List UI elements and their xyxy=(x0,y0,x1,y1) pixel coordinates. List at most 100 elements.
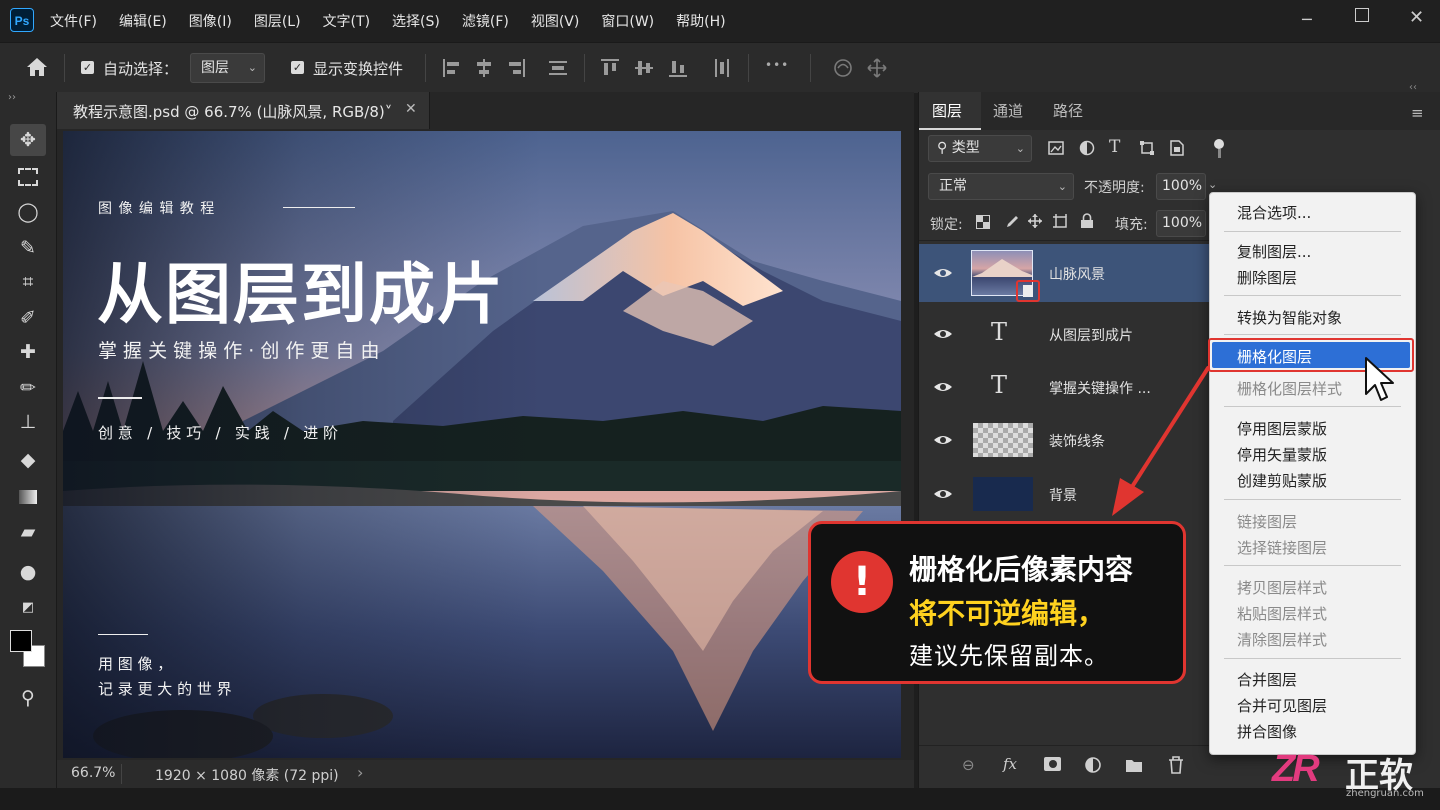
filter-smart-object-icon[interactable] xyxy=(1169,140,1185,156)
auto-select-dropdown[interactable]: 图层 ⌄ xyxy=(190,53,265,83)
minimize-icon[interactable]: ─ xyxy=(1302,10,1312,29)
eye-visibility-icon[interactable] xyxy=(933,430,953,450)
filter-adjustment-icon[interactable] xyxy=(1079,140,1095,156)
stamp-tool-icon[interactable]: ⊥ xyxy=(10,406,46,438)
lock-artboard-icon[interactable] xyxy=(1053,214,1069,230)
align-bottom-icon[interactable] xyxy=(668,58,688,78)
menu-item-flatten-image[interactable]: 拼合图像 xyxy=(1237,721,1297,742)
close-window-icon[interactable]: ✕ xyxy=(1409,7,1424,28)
menu-edit[interactable]: 编辑(E) xyxy=(119,11,167,31)
swap-colors-icon[interactable]: ◩ xyxy=(10,592,46,624)
tab-layers[interactable]: 图层 xyxy=(932,100,962,121)
menu-item-copy-layer-style[interactable]: 拷贝图层样式 xyxy=(1237,577,1327,598)
menu-item-blending-options[interactable]: 混合选项... xyxy=(1237,202,1311,223)
menu-item-merge-visible[interactable]: 合并可见图层 xyxy=(1237,695,1327,716)
tab-paths[interactable]: 路径 xyxy=(1053,100,1083,121)
menu-item-disable-vector-mask[interactable]: 停用矢量蒙版 xyxy=(1237,444,1327,465)
hand-tool-icon[interactable]: ● xyxy=(10,556,46,588)
menu-item-rasterize-layer[interactable]: 栅格化图层 xyxy=(1237,346,1312,367)
eye-visibility-icon[interactable] xyxy=(933,263,953,283)
close-tab-icon[interactable]: ✕ xyxy=(405,101,417,117)
eye-visibility-icon[interactable] xyxy=(933,484,953,504)
menu-item-convert-smart-object[interactable]: 转换为智能对象 xyxy=(1237,307,1342,328)
menu-view[interactable]: 视图(V) xyxy=(531,11,580,31)
auto-select-checkbox[interactable]: ✓ xyxy=(81,61,94,74)
shape-tool-icon[interactable]: ▰ xyxy=(10,516,46,548)
align-middle-icon[interactable] xyxy=(634,58,654,78)
3d-orbit-icon[interactable] xyxy=(832,57,854,79)
document-tab[interactable]: 教程示意图.psd @ 66.7% (山脉风景, RGB/8)˅ ✕ xyxy=(57,92,430,129)
panel-menu-icon[interactable]: ≡ xyxy=(1411,104,1424,122)
lasso-tool-icon[interactable]: ◯ xyxy=(10,196,46,228)
link-layers-icon[interactable]: ⊖ xyxy=(962,756,975,774)
distribute-horizontal-icon[interactable] xyxy=(548,58,568,78)
layer-style-fx-icon[interactable]: fx xyxy=(1003,755,1017,773)
crop-tool-icon[interactable]: ⌗ xyxy=(10,266,46,298)
eraser-tool-icon[interactable]: ◆ xyxy=(10,444,46,476)
filter-pixel-icon[interactable] xyxy=(1048,140,1064,156)
align-center-icon[interactable] xyxy=(474,58,494,78)
zoom-level[interactable]: 66.7% xyxy=(71,765,115,781)
menu-item-select-linked-layers[interactable]: 选择链接图层 xyxy=(1237,537,1327,558)
gradient-tool-icon[interactable] xyxy=(10,480,46,512)
brush-tool-icon[interactable]: ✏ xyxy=(10,372,46,404)
zoom-tool-icon[interactable]: ⚲ xyxy=(10,682,46,714)
lock-transparent-icon[interactable] xyxy=(976,215,990,229)
layer-row-mountain[interactable]: 山脉风景 xyxy=(919,244,1219,302)
foreground-color-swatch[interactable] xyxy=(10,630,32,652)
more-options-icon[interactable]: ••• xyxy=(765,58,789,72)
lock-image-icon[interactable] xyxy=(1002,214,1018,230)
marquee-tool-icon[interactable] xyxy=(10,160,46,192)
layer-filter-dropdown[interactable]: ⚲ 类型 ⌄ xyxy=(928,135,1032,162)
menu-file[interactable]: 文件(F) xyxy=(50,11,97,31)
expand-toolbar-icon[interactable]: ›› xyxy=(8,92,16,103)
menu-item-rasterize-layer-style[interactable]: 栅格化图层样式 xyxy=(1237,378,1342,399)
align-right-icon[interactable] xyxy=(506,58,526,78)
menu-select[interactable]: 选择(S) xyxy=(392,11,440,31)
eyedropper-tool-icon[interactable]: ✐ xyxy=(10,302,46,334)
eye-visibility-icon[interactable] xyxy=(933,324,953,344)
distribute-vertical-icon[interactable] xyxy=(712,58,732,78)
delete-layer-trash-icon[interactable] xyxy=(1168,756,1184,774)
menu-image[interactable]: 图像(I) xyxy=(189,11,232,31)
menu-item-paste-layer-style[interactable]: 粘贴图层样式 xyxy=(1237,603,1327,624)
menu-item-delete-layer[interactable]: 删除图层 xyxy=(1237,267,1297,288)
menu-item-duplicate-layer[interactable]: 复制图层... xyxy=(1237,241,1311,262)
menu-item-disable-layer-mask[interactable]: 停用图层蒙版 xyxy=(1237,418,1327,439)
new-group-folder-icon[interactable] xyxy=(1125,757,1143,773)
layer-row-headline[interactable]: T 从图层到成片 xyxy=(919,308,1219,360)
healing-brush-tool-icon[interactable]: ✚ xyxy=(10,336,46,368)
quick-selection-tool-icon[interactable]: ✎ xyxy=(10,232,46,264)
tab-channels[interactable]: 通道 xyxy=(993,100,1023,121)
menu-window[interactable]: 窗口(W) xyxy=(601,11,654,31)
filter-shape-icon[interactable] xyxy=(1139,140,1155,156)
menu-item-merge-layers[interactable]: 合并图层 xyxy=(1237,669,1297,690)
add-mask-icon[interactable] xyxy=(1044,757,1061,771)
menu-layer[interactable]: 图层(L) xyxy=(254,11,301,31)
menu-item-link-layers[interactable]: 链接图层 xyxy=(1237,511,1297,532)
lock-all-icon[interactable] xyxy=(1080,213,1094,229)
eye-visibility-icon[interactable] xyxy=(933,377,953,397)
3d-pan-icon[interactable] xyxy=(866,57,888,79)
home-icon[interactable] xyxy=(26,57,48,77)
new-adjustment-layer-icon[interactable] xyxy=(1084,756,1102,774)
menu-help[interactable]: 帮助(H) xyxy=(676,11,725,31)
menu-item-create-clipping-mask[interactable]: 创建剪贴蒙版 xyxy=(1237,470,1327,491)
collapse-panel-icon[interactable]: ‹‹ xyxy=(1409,82,1417,93)
status-arrow-icon[interactable]: › xyxy=(357,763,363,782)
align-left-icon[interactable] xyxy=(442,58,462,78)
menu-type[interactable]: 文字(T) xyxy=(323,11,370,31)
filter-toggle-icon[interactable] xyxy=(1214,139,1224,149)
lock-position-icon[interactable] xyxy=(1027,213,1043,229)
fill-field[interactable]: 100% xyxy=(1156,210,1206,237)
menu-item-clear-layer-style[interactable]: 清除图层样式 xyxy=(1237,629,1327,650)
blend-mode-dropdown[interactable]: 正常 ⌄ xyxy=(928,173,1074,200)
opacity-slider-chevron-icon[interactable]: ⌄ xyxy=(1208,178,1217,191)
menu-filter[interactable]: 滤镜(F) xyxy=(462,11,509,31)
opacity-field[interactable]: 100% xyxy=(1156,173,1206,200)
align-top-icon[interactable] xyxy=(600,58,620,78)
show-transform-checkbox[interactable]: ✓ xyxy=(291,61,304,74)
maximize-icon[interactable] xyxy=(1355,8,1369,22)
move-tool-icon[interactable]: ✥ xyxy=(10,124,46,156)
filter-type-icon[interactable]: T xyxy=(1109,137,1120,157)
